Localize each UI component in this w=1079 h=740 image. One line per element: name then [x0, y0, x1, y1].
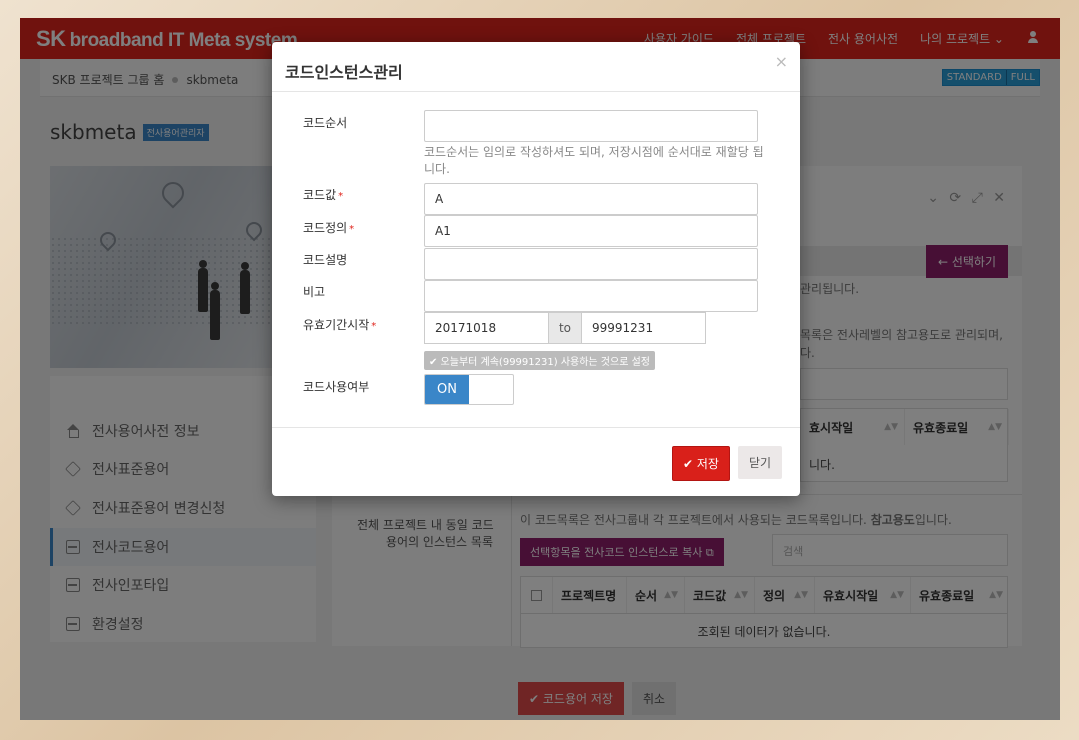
required-marker: * — [349, 224, 355, 235]
modal-header-divider — [272, 91, 800, 92]
code-description-label: 코드설명 — [303, 253, 348, 267]
set-forever-button[interactable]: ✔ 오늘부터 계속(99991231) 사용하는 것으로 설정 — [424, 351, 655, 370]
modal-save-button[interactable]: ✔ 저장 — [672, 446, 730, 481]
required-marker: * — [338, 191, 344, 202]
code-definition-input[interactable]: A1 — [424, 215, 758, 247]
close-icon[interactable]: × — [775, 52, 788, 71]
modal-footer-divider — [272, 427, 800, 428]
code-value-label: 코드값 * — [303, 186, 343, 203]
note-label: 비고 — [303, 285, 326, 299]
code-description-input[interactable] — [424, 248, 758, 280]
valid-period-label: 유효기간시작 * — [303, 316, 376, 333]
code-use-label: 코드사용여부 — [303, 380, 370, 394]
code-order-hint: 코드순서는 임의로 작성하셔도 되며, 저장시점에 순서대로 재할당 됩니다. — [424, 145, 764, 176]
code-order-label: 코드순서 — [303, 116, 348, 130]
modal-title: 코드인스턴스관리 — [285, 63, 403, 82]
code-instance-modal: 코드인스턴스관리 × 코드순서 코드순서는 임의로 작성하셔도 되며, 저장시점… — [272, 42, 800, 496]
code-value-input[interactable]: A — [424, 183, 758, 215]
code-use-toggle[interactable]: ON — [424, 374, 514, 405]
valid-period-label-text: 유효기간시작 — [303, 318, 370, 332]
app-screen: SKbroadband IT Meta system 사용자 가이드 전체 프로… — [20, 18, 1060, 720]
valid-from-input[interactable]: 20171018 — [424, 312, 548, 344]
required-marker: * — [371, 321, 377, 332]
code-definition-label-text: 코드정의 — [303, 221, 348, 235]
note-input[interactable] — [424, 280, 758, 312]
code-order-input[interactable] — [424, 110, 758, 142]
valid-to-input[interactable]: 99991231 — [582, 312, 706, 344]
code-definition-label: 코드정의 * — [303, 219, 354, 236]
toggle-on-state: ON — [425, 375, 469, 404]
modal-close-button[interactable]: 닫기 — [738, 446, 783, 479]
date-range-to-label: to — [548, 312, 582, 344]
code-value-label-text: 코드값 — [303, 188, 337, 202]
